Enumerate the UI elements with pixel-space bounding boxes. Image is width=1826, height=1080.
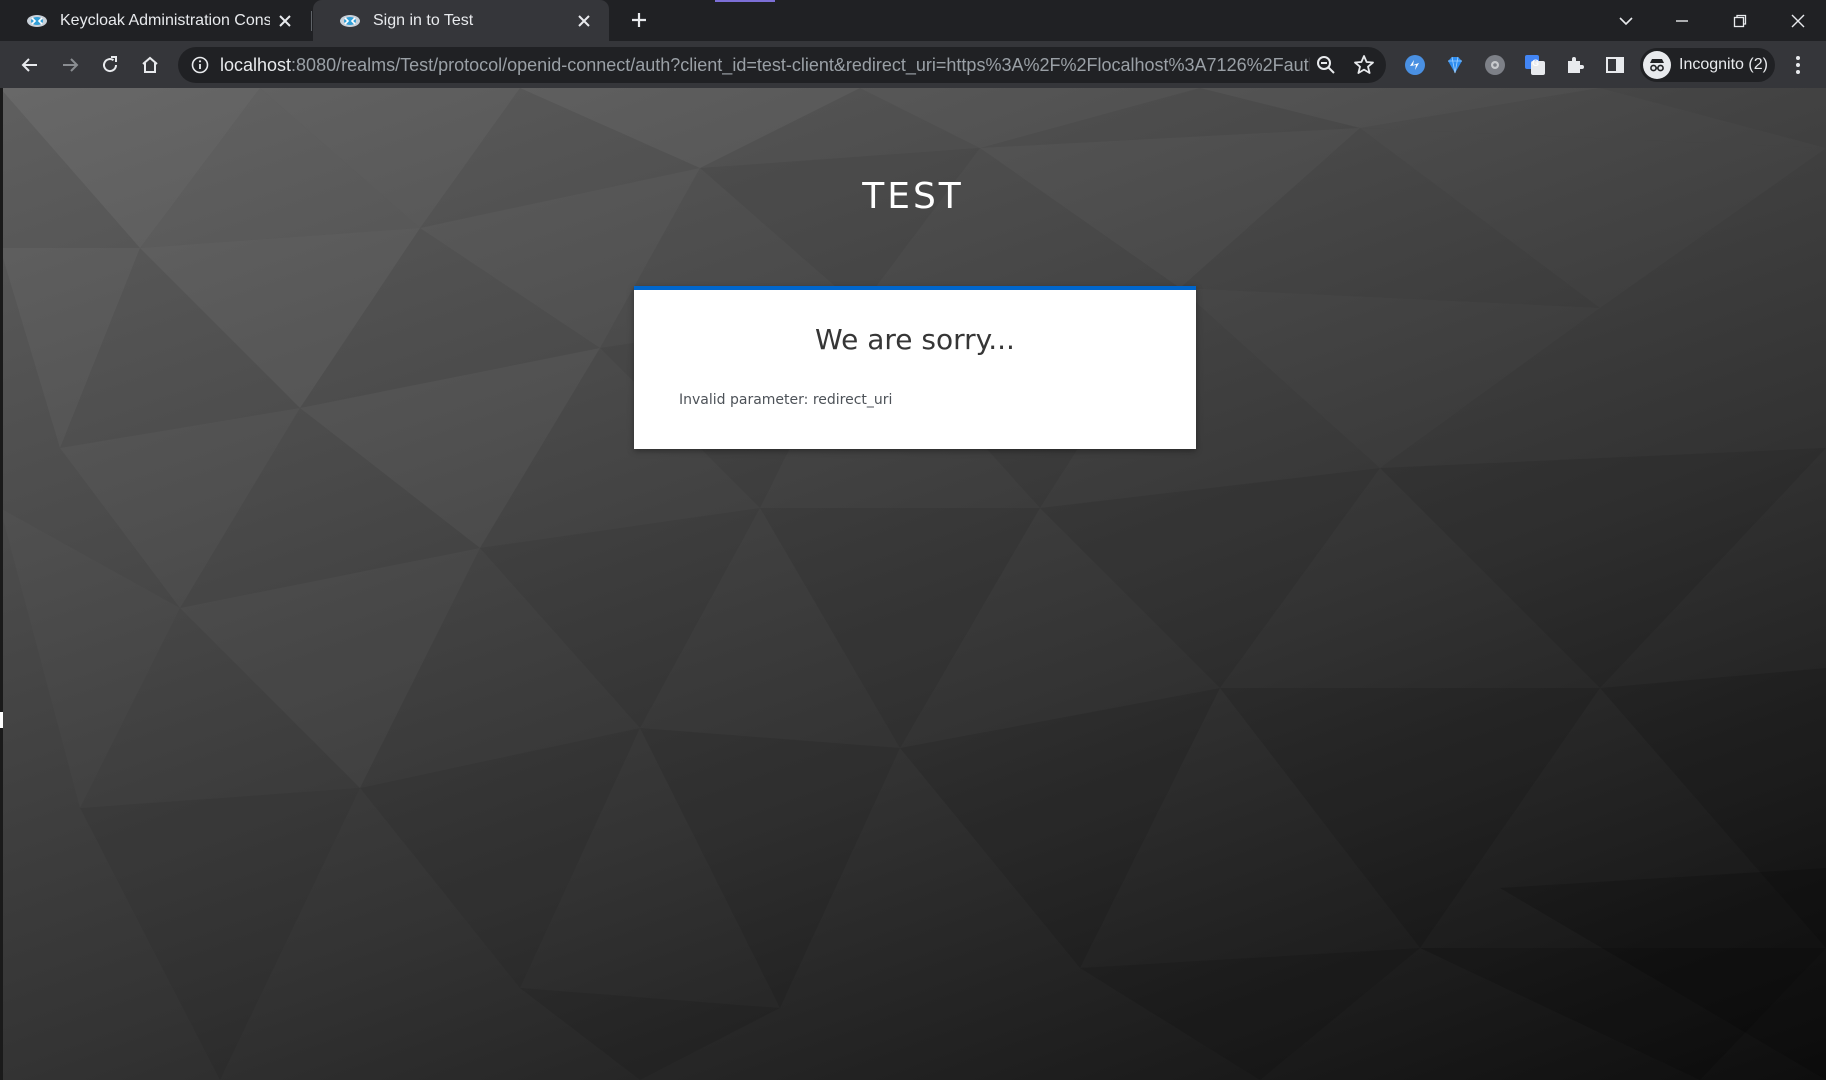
plus-icon (632, 13, 646, 27)
svg-text:G: G (1532, 58, 1539, 68)
url-text[interactable]: localhost:8080/realms/Test/protocol/open… (220, 47, 1310, 83)
tab-title: Keycloak Administration Console (60, 11, 270, 29)
incognito-icon (1643, 51, 1671, 79)
gear-extension-icon (1485, 55, 1505, 75)
diamond-extension-icon (1448, 56, 1462, 74)
side-panel-button[interactable] (1603, 53, 1627, 77)
keycloak-favicon (340, 14, 360, 27)
home-button[interactable] (133, 48, 167, 82)
restore-button[interactable] (1712, 0, 1768, 41)
tab-sign-in-to-test[interactable]: Sign in to Test (313, 0, 609, 41)
diamond-extension-button[interactable] (1443, 53, 1467, 77)
side-panel-icon (1606, 57, 1624, 73)
tab-keycloak-admin[interactable]: Keycloak Administration Console (0, 0, 310, 41)
close-window-button[interactable] (1770, 0, 1826, 41)
forward-button[interactable] (53, 48, 87, 82)
vpn-extension-button[interactable] (1403, 53, 1427, 77)
bookmark-star-icon[interactable] (1352, 53, 1376, 77)
browser-menu-button[interactable] (1781, 48, 1815, 82)
keycloak-favicon (27, 14, 47, 27)
tab-title: Sign in to Test (373, 11, 474, 29)
zoom-icon[interactable] (1314, 53, 1338, 77)
translate-extension-button[interactable]: G (1523, 53, 1547, 77)
back-arrow-icon (21, 58, 37, 72)
minimize-icon (1676, 19, 1688, 22)
tab-search-icon (1619, 16, 1633, 25)
forward-arrow-icon (63, 58, 79, 72)
page-viewport: TEST We are sorry... Invalid parameter: … (0, 88, 1826, 1080)
url-path: :8080/realms/Test/protocol/openid-connec… (291, 55, 1310, 75)
profile-label: Incognito (2) (1679, 56, 1768, 73)
error-card: We are sorry... Invalid parameter: redir… (634, 286, 1196, 449)
url-host: localhost (220, 55, 292, 75)
reload-icon (103, 56, 118, 73)
minimize-button[interactable] (1654, 0, 1710, 41)
puzzle-icon (1568, 57, 1584, 73)
reload-button[interactable] (93, 48, 127, 82)
incognito-profile-button[interactable]: Incognito (2) (1640, 48, 1775, 82)
close-icon (1791, 14, 1805, 27)
left-edge-marker (0, 712, 3, 728)
address-bar[interactable]: localhost:8080/realms/Test/protocol/open… (178, 47, 1386, 83)
gear-extension-button[interactable] (1483, 53, 1507, 77)
restore-icon (1733, 14, 1747, 27)
error-message: Invalid parameter: redirect_uri (679, 392, 893, 408)
translate-extension-icon: G (1525, 55, 1545, 75)
tab-separator (311, 11, 312, 31)
tab-search-button[interactable] (1598, 0, 1654, 41)
kebab-menu-icon (1796, 56, 1800, 74)
close-tab-icon[interactable] (569, 6, 599, 36)
tab-strip: Keycloak Administration Console Sign in … (0, 0, 1826, 41)
browser-toolbar: localhost:8080/realms/Test/protocol/open… (0, 41, 1826, 88)
realm-title: TEST (862, 176, 964, 217)
left-edge-strip (0, 88, 3, 1080)
extensions-button[interactable] (1563, 53, 1587, 77)
tab-group-indicator (715, 0, 775, 2)
error-heading: We are sorry... (815, 323, 1015, 356)
close-tab-icon[interactable] (270, 6, 300, 36)
polygon-background (0, 88, 1826, 1080)
site-info-icon[interactable] (190, 55, 210, 75)
vpn-extension-icon (1405, 55, 1425, 75)
new-tab-button[interactable] (624, 5, 654, 35)
home-icon (142, 56, 158, 73)
back-button[interactable] (13, 48, 47, 82)
